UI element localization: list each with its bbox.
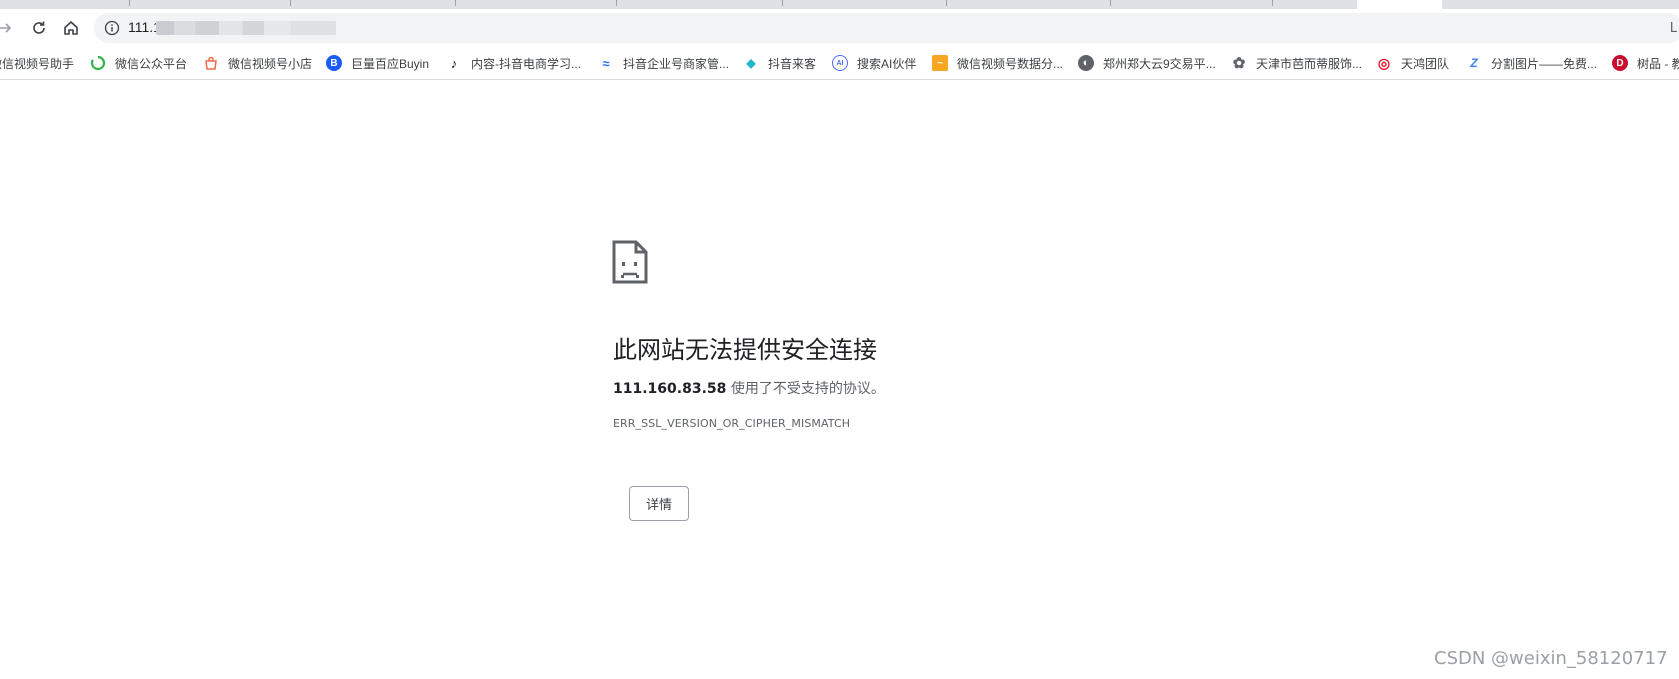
bookmark-label: 分割图片——免费... xyxy=(1491,56,1598,71)
bookmark-item[interactable]: Z 分割图片——免费... xyxy=(1466,54,1597,72)
reload-button[interactable] xyxy=(26,15,52,41)
forward-button[interactable] xyxy=(0,15,18,41)
bookmark-label: 巨量百应Buyin xyxy=(351,56,430,71)
gear-flower-icon: ✿ xyxy=(1232,55,1246,72)
douyin-laike-icon: ◆ xyxy=(746,56,756,70)
bookmark-item[interactable]: 微信视频号助手 xyxy=(0,54,74,72)
bookmark-label: 天鸿团队 xyxy=(1401,56,1450,71)
bookmark-item[interactable]: ♪ 内容-抖音电商学习... xyxy=(446,54,581,72)
tab-separator xyxy=(455,0,456,6)
tab-strip xyxy=(0,0,1679,9)
bookmark-label: 内容-抖音电商学习... xyxy=(471,56,581,71)
tab-separator xyxy=(616,0,617,6)
bookmark-label: 抖音企业号商家管... xyxy=(623,56,730,71)
sad-page-icon xyxy=(612,240,648,284)
reload-icon xyxy=(33,21,45,34)
bookmark-label: 天津市芭而蒂服饰... xyxy=(1256,56,1363,71)
buyin-icon: B xyxy=(326,55,342,71)
wechat-official-icon xyxy=(90,55,106,71)
tab-separator xyxy=(946,0,947,6)
bookmark-label: 郑州郑大云9交易平... xyxy=(1103,56,1216,71)
error-code: ERR_SSL_VERSION_OR_CIPHER_MISMATCH xyxy=(613,417,851,430)
tab-separator xyxy=(290,0,291,6)
bookmark-item[interactable]: B 巨量百应Buyin xyxy=(326,54,429,72)
browser-toolbar: 111.1 L xyxy=(0,9,1679,46)
active-tab[interactable] xyxy=(1357,0,1442,9)
bookmark-item[interactable]: AI 搜索AI伙伴 xyxy=(832,54,916,72)
bookmark-label: 抖音来客 xyxy=(768,56,817,71)
error-title: 此网站无法提供安全连接 xyxy=(613,336,877,364)
details-button[interactable]: 详情 xyxy=(629,486,689,521)
tab-separator xyxy=(782,0,783,6)
toolbar-clipped-text: L xyxy=(1669,21,1677,36)
error-message: 111.160.83.58 使用了不受支持的协议。 xyxy=(613,378,885,398)
bookmark-label: 微信公众平台 xyxy=(115,56,188,71)
bookmark-label: 树品 - 教 xyxy=(1637,56,1679,71)
bookmark-label: 微信视频号助手 xyxy=(0,56,75,71)
address-bar[interactable]: 111.1 xyxy=(94,13,1679,43)
bookmark-item[interactable]: D 树品 - 教 xyxy=(1612,54,1679,72)
weibo-icon: ◎ xyxy=(1377,54,1391,71)
bookmark-item[interactable]: 微信公众平台 xyxy=(90,54,187,72)
bookmark-label: 微信视频号数据分... xyxy=(957,56,1064,71)
bookmark-item[interactable]: ◎ 天鸿团队 xyxy=(1376,54,1449,72)
error-message-text: 使用了不受支持的协议。 xyxy=(726,381,885,397)
forward-arrow-icon xyxy=(0,23,12,33)
bookmark-item[interactable]: 微信视频号小店 xyxy=(203,54,312,72)
shupin-icon: D xyxy=(1612,55,1628,71)
home-icon xyxy=(64,21,78,35)
tiktok-icon: ♪ xyxy=(450,55,458,71)
tab-separator xyxy=(1110,0,1111,6)
bookmark-label: 搜索AI伙伴 xyxy=(857,56,917,71)
info-icon[interactable] xyxy=(104,20,120,36)
tab-separator xyxy=(1272,0,1273,6)
bookmark-item[interactable]: ◆ 抖音来客 xyxy=(743,54,816,72)
data-analysis-icon: ~ xyxy=(932,55,948,71)
globe-icon: ◐ xyxy=(1078,55,1094,71)
watermark: CSDN @weixin_58120717 xyxy=(1434,648,1668,669)
bookmark-item[interactable]: ≈ 抖音企业号商家管... xyxy=(598,54,729,72)
bookmark-label: 微信视频号小店 xyxy=(228,56,313,71)
bookmark-item[interactable]: ~ 微信视频号数据分... xyxy=(932,54,1063,72)
z-icon: Z xyxy=(1470,56,1478,70)
bookmarks-bar: 微信视频号助手 微信公众平台 微信视频号小店 B 巨量百应Buyin ♪ 内容-… xyxy=(0,46,1679,80)
wechat-shop-icon xyxy=(205,56,217,70)
douyin-enterprise-icon: ≈ xyxy=(602,55,610,71)
address-redacted xyxy=(156,21,336,35)
error-host: 111.160.83.58 xyxy=(613,381,727,397)
search-ai-icon: AI xyxy=(832,55,848,71)
home-button[interactable] xyxy=(58,15,84,41)
bookmark-item[interactable]: ✿ 天津市芭而蒂服饰... xyxy=(1231,54,1362,72)
tab-separator xyxy=(129,0,130,6)
bookmark-item[interactable]: ◐ 郑州郑大云9交易平... xyxy=(1078,54,1216,72)
